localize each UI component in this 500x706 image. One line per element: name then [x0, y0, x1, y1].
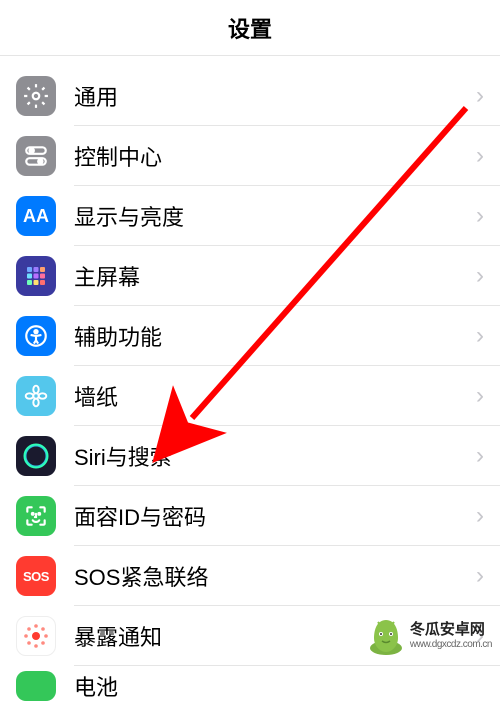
face-id-icon	[16, 496, 56, 536]
row-wallpaper[interactable]: 墙纸 ›	[0, 366, 500, 426]
row-battery[interactable]: 电池	[0, 666, 500, 706]
accessibility-icon	[16, 316, 56, 356]
row-label: 通用	[74, 80, 476, 112]
settings-list: 通用 › 控制中心 › AA 显示与亮度 › 主屏幕 ›	[0, 66, 500, 706]
row-display[interactable]: AA 显示与亮度 ›	[0, 186, 500, 246]
row-label: 控制中心	[74, 140, 476, 172]
chevron-right-icon: ›	[476, 622, 484, 650]
row-label: 墙纸	[74, 380, 476, 412]
row-general[interactable]: 通用 ›	[0, 66, 500, 126]
row-faceid[interactable]: 面容ID与密码 ›	[0, 486, 500, 546]
row-label: 暴露通知	[74, 620, 476, 652]
row-home-screen[interactable]: 主屏幕 ›	[0, 246, 500, 306]
header: 设置	[0, 0, 500, 56]
chevron-right-icon: ›	[476, 382, 484, 410]
battery-icon	[16, 671, 56, 701]
chevron-right-icon: ›	[476, 82, 484, 110]
row-control-center[interactable]: 控制中心 ›	[0, 126, 500, 186]
row-label: 电池	[74, 670, 484, 702]
sos-icon: SOS	[16, 556, 56, 596]
siri-icon	[16, 436, 56, 476]
chevron-right-icon: ›	[476, 562, 484, 590]
page-title: 设置	[228, 12, 272, 44]
text-size-icon: AA	[16, 196, 56, 236]
row-label: 辅助功能	[74, 320, 476, 352]
row-label: Siri与搜索	[74, 440, 476, 472]
row-accessibility[interactable]: 辅助功能 ›	[0, 306, 500, 366]
row-sos[interactable]: SOS SOS紧急联络 ›	[0, 546, 500, 606]
chevron-right-icon: ›	[476, 202, 484, 230]
row-exposure[interactable]: 暴露通知 ›	[0, 606, 500, 666]
row-label: 主屏幕	[74, 260, 476, 292]
row-label: SOS紧急联络	[74, 560, 476, 592]
flower-icon	[16, 376, 56, 416]
chevron-right-icon: ›	[476, 262, 484, 290]
chevron-right-icon: ›	[476, 142, 484, 170]
toggles-icon	[16, 136, 56, 176]
chevron-right-icon: ›	[476, 322, 484, 350]
gear-icon	[16, 76, 56, 116]
chevron-right-icon: ›	[476, 502, 484, 530]
row-label: 显示与亮度	[74, 200, 476, 232]
row-siri[interactable]: Siri与搜索 ›	[0, 426, 500, 486]
row-label: 面容ID与密码	[74, 500, 476, 532]
chevron-right-icon: ›	[476, 442, 484, 470]
exposure-icon	[16, 616, 56, 656]
home-grid-icon	[16, 256, 56, 296]
